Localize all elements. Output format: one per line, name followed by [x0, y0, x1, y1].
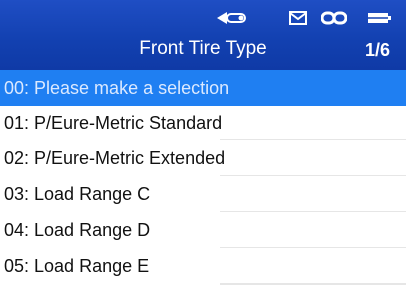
header-bar: Front Tire Type 1/6: [0, 0, 406, 70]
mail-icon: [288, 8, 308, 28]
screen: Front Tire Type 1/6 00: Please make a se…: [0, 0, 406, 307]
page-indicator: 1/6: [364, 40, 390, 60]
list-item[interactable]: 01: P/Eure-Metric Standard: [0, 106, 406, 140]
status-bar: [0, 8, 406, 28]
signal-icon: [215, 8, 251, 28]
link-icon: [320, 8, 348, 28]
tire-type-list: 00: Please make a selection 01: P/Eure-M…: [0, 70, 406, 307]
list-item[interactable]: 00: Please make a selection: [0, 70, 406, 106]
battery-icon: [366, 8, 392, 28]
page-title: Front Tire Type: [139, 38, 267, 59]
list-item[interactable]: 02: P/Eure-Metric Extended: [0, 140, 406, 176]
list-item[interactable]: 05: Load Range E: [0, 248, 406, 284]
empty-row: [0, 284, 406, 307]
list-item[interactable]: 04: Load Range D: [0, 212, 406, 248]
list-item[interactable]: 03: Load Range C: [0, 176, 406, 212]
